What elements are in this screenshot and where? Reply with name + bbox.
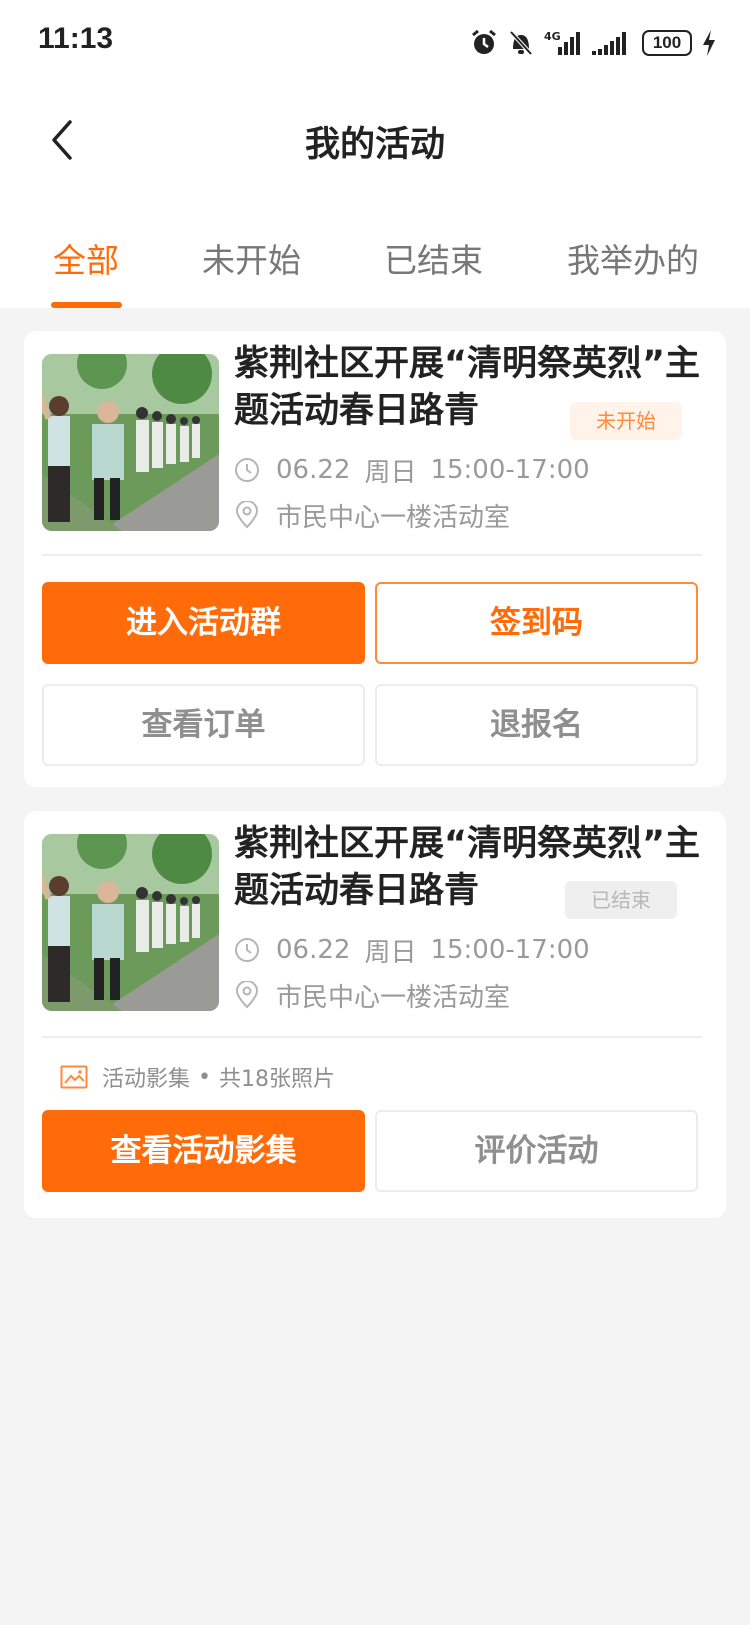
status-badge: 已结束 bbox=[565, 881, 677, 919]
activity-datetime: 06.22 周日 15:00-17:00 bbox=[234, 934, 590, 968]
location-text: 市民中心一楼活动室 bbox=[276, 502, 511, 533]
activity-weekday: 周日 bbox=[364, 937, 417, 968]
signal-4g-icon: 4G bbox=[544, 30, 580, 55]
image-icon bbox=[60, 1065, 88, 1089]
activity-date: 06.22 bbox=[276, 935, 351, 965]
status-time: 11:13 bbox=[38, 22, 114, 55]
status-icons: 4G 100 bbox=[470, 26, 716, 60]
album-label: 活动影集 bbox=[102, 1067, 191, 1092]
activity-date: 06.22 bbox=[276, 455, 351, 485]
activity-card[interactable]: 紫荆社区开展“清明祭英烈”主题活动春日路青 未开始 06.22 周日 15:00… bbox=[24, 331, 726, 787]
tab-ended[interactable]: 已结束 bbox=[384, 234, 483, 282]
tab-not-started[interactable]: 未开始 bbox=[202, 234, 301, 282]
review-activity-button[interactable]: 评价活动 bbox=[375, 1110, 698, 1192]
battery-level: 100 bbox=[652, 33, 682, 52]
page-title: 我的活动 bbox=[304, 125, 445, 165]
activity-datetime: 06.22 周日 15:00-17:00 bbox=[234, 454, 590, 488]
activity-time: 15:00-17:00 bbox=[430, 455, 590, 485]
tab-bar: 全部 未开始 已结束 我举办的 bbox=[0, 196, 750, 308]
enter-group-button[interactable]: 进入活动群 bbox=[42, 582, 365, 664]
status-badge: 未开始 bbox=[570, 402, 682, 440]
activity-thumbnail bbox=[42, 834, 219, 1011]
signal-icon bbox=[592, 32, 626, 55]
charging-icon bbox=[703, 30, 715, 56]
cancel-registration-button[interactable]: 退报名 bbox=[375, 684, 698, 766]
location-text: 市民中心一楼活动室 bbox=[276, 982, 511, 1013]
status-bar: 11:13 4G 100 bbox=[0, 0, 750, 84]
clock-icon bbox=[235, 458, 259, 482]
activity-thumbnail bbox=[42, 354, 219, 531]
tab-organized[interactable]: 我举办的 bbox=[567, 234, 699, 282]
location-icon bbox=[235, 981, 259, 1009]
tab-all[interactable]: 全部 bbox=[53, 234, 119, 282]
activity-card[interactable]: 紫荆社区开展“清明祭英烈”主题活动春日路青 已结束 06.22 周日 15:00… bbox=[24, 811, 726, 1218]
activity-time: 15:00-17:00 bbox=[430, 935, 590, 965]
activity-weekday: 周日 bbox=[364, 457, 417, 488]
tab-indicator bbox=[51, 302, 122, 308]
svg-text:4G: 4G bbox=[544, 30, 561, 43]
activity-location: 市民中心一楼活动室 bbox=[234, 499, 511, 533]
card-divider bbox=[42, 1036, 702, 1038]
nav-bar: 我的活动 bbox=[0, 84, 750, 196]
album-count: 共18张照片 bbox=[219, 1067, 335, 1092]
view-album-button[interactable]: 查看活动影集 bbox=[42, 1110, 365, 1192]
album-info[interactable]: 活动影集 • 共18张照片 bbox=[60, 1061, 335, 1093]
battery-icon: 100 bbox=[642, 30, 692, 56]
location-icon bbox=[235, 501, 259, 529]
alarm-icon bbox=[472, 29, 496, 54]
clock-icon bbox=[235, 938, 259, 962]
card-divider bbox=[42, 554, 702, 556]
checkin-code-button[interactable]: 签到码 bbox=[375, 582, 698, 664]
view-order-button[interactable]: 查看订单 bbox=[42, 684, 365, 766]
bell-off-icon bbox=[509, 30, 533, 56]
activity-location: 市民中心一楼活动室 bbox=[234, 979, 511, 1013]
